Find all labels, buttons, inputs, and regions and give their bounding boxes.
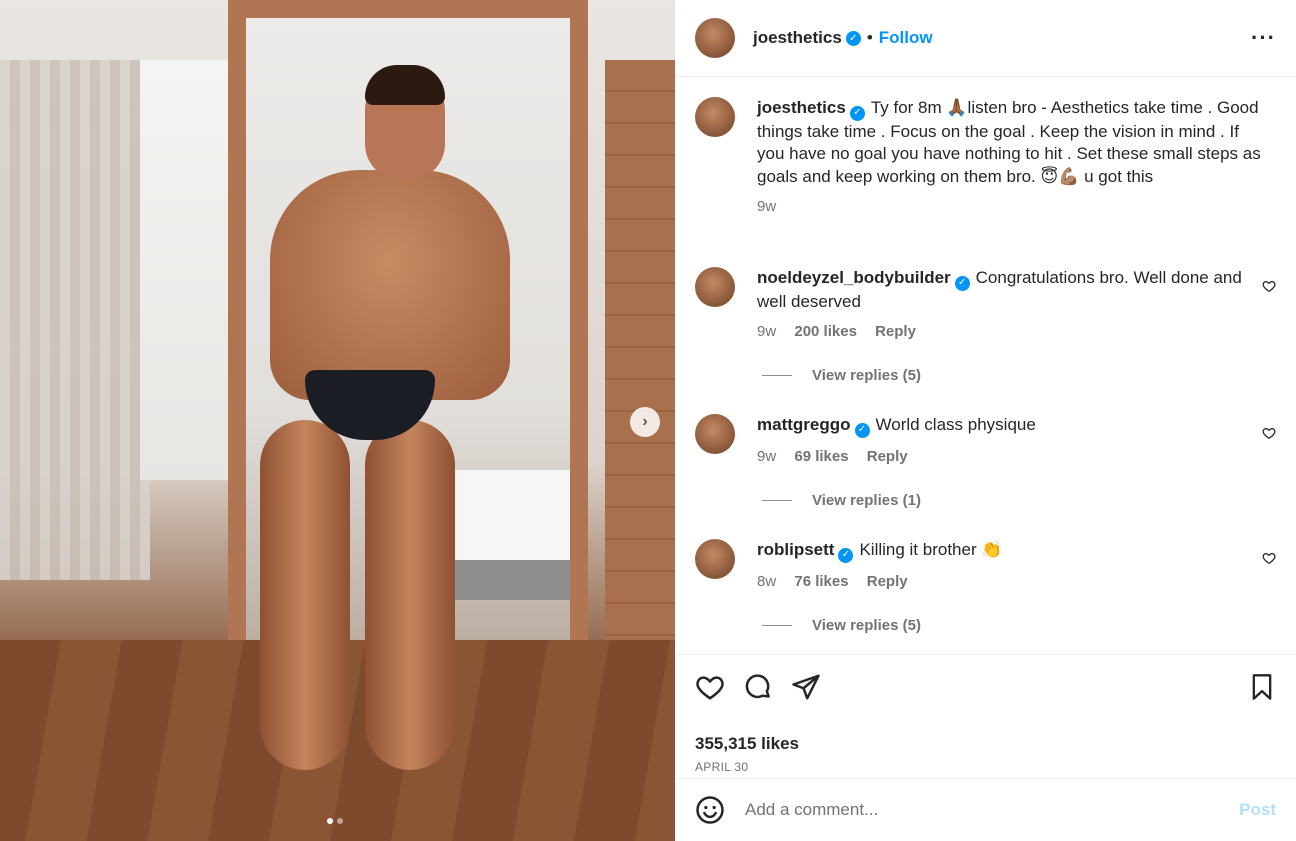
verified-badge-icon: ✓ bbox=[854, 422, 870, 438]
comment-time[interactable]: 9w bbox=[757, 323, 776, 340]
comment-item: roblipsett ✓ Killing it brother 👏 8w 76 li… bbox=[695, 539, 1276, 590]
follow-button[interactable]: Follow bbox=[879, 28, 933, 48]
comment-time[interactable]: 8w bbox=[757, 573, 776, 590]
caption-time[interactable]: 9w bbox=[757, 198, 776, 215]
comment-likes[interactable]: 200 likes bbox=[794, 323, 857, 340]
heart-icon[interactable] bbox=[1262, 551, 1276, 565]
comment-meta: 8w 76 likes Reply bbox=[757, 573, 1262, 590]
carousel-dot bbox=[337, 818, 343, 824]
post-header: joesthetics ✓ • Follow ··· bbox=[675, 0, 1296, 77]
share-icon[interactable] bbox=[791, 672, 821, 702]
left-leg bbox=[260, 420, 350, 770]
post-button[interactable]: Post bbox=[1239, 800, 1276, 820]
reply-button[interactable]: Reply bbox=[867, 573, 908, 590]
comment-text: World class physique bbox=[875, 415, 1036, 434]
verified-badge-icon: ✓ bbox=[954, 275, 970, 291]
heart-icon[interactable] bbox=[1262, 279, 1276, 293]
avatar[interactable] bbox=[695, 97, 735, 137]
emoji-icon[interactable] bbox=[695, 795, 725, 825]
caption-body: joesthetics ✓ Ty for 8m 🙏🏾listen bro - Aes… bbox=[757, 97, 1262, 188]
avatar[interactable] bbox=[695, 414, 735, 454]
comment-item: noeldeyzel_bodybuilder ✓ Congratulations b… bbox=[695, 267, 1276, 340]
comment-likes[interactable]: 76 likes bbox=[794, 573, 848, 590]
add-comment-bar: Post bbox=[675, 778, 1296, 841]
comment-body: roblipsett ✓ Killing it brother 👏 bbox=[757, 539, 1262, 563]
caption: joesthetics ✓ Ty for 8m 🙏🏾listen bro - Aes… bbox=[695, 97, 1276, 215]
right-leg bbox=[365, 420, 455, 770]
torso bbox=[270, 170, 510, 400]
view-replies-button[interactable]: View replies (1) bbox=[762, 492, 921, 509]
caption-meta: 9w bbox=[757, 198, 1262, 215]
likes-count[interactable]: 355,315 likes bbox=[695, 734, 1276, 754]
verified-badge-icon: ✓ bbox=[838, 547, 854, 563]
comment-body: noeldeyzel_bodybuilder ✓ Congratulations b… bbox=[757, 267, 1262, 313]
divider bbox=[762, 500, 792, 501]
carousel-dot-active bbox=[327, 818, 333, 824]
comment-body: mattgreggo ✓ World class physique bbox=[757, 414, 1262, 438]
divider bbox=[762, 625, 792, 626]
bookmark-icon[interactable] bbox=[1248, 673, 1276, 701]
post-actions: 355,315 likes APRIL 30 bbox=[675, 654, 1296, 774]
view-replies-label: View replies (5) bbox=[812, 617, 921, 634]
carousel-dots bbox=[327, 818, 343, 824]
post-date: APRIL 30 bbox=[695, 760, 749, 774]
comment-username[interactable]: roblipsett bbox=[757, 540, 834, 559]
chevron-right-icon[interactable]: › bbox=[630, 407, 660, 437]
comment-time[interactable]: 9w bbox=[757, 448, 776, 465]
comment-meta: 9w 200 likes Reply bbox=[757, 323, 1262, 340]
comment-meta: 9w 69 likes Reply bbox=[757, 448, 1262, 465]
comment-icon[interactable] bbox=[743, 672, 773, 702]
verified-badge-icon: ✓ bbox=[849, 105, 865, 121]
reply-button[interactable]: Reply bbox=[867, 448, 908, 465]
separator-dot: • bbox=[866, 28, 873, 47]
verified-badge-icon: ✓ bbox=[845, 30, 861, 46]
comment-input[interactable] bbox=[745, 800, 1240, 820]
post-panel: joesthetics ✓ • Follow ··· joesthetics ✓ T… bbox=[675, 0, 1296, 841]
post-media: › bbox=[0, 0, 675, 841]
view-replies-label: View replies (1) bbox=[812, 492, 921, 509]
avatar[interactable] bbox=[695, 539, 735, 579]
avatar[interactable] bbox=[695, 267, 735, 307]
comment-username[interactable]: noeldeyzel_bodybuilder bbox=[757, 268, 951, 287]
curtain bbox=[0, 60, 150, 580]
comments-list: joesthetics ✓ Ty for 8m 🙏🏾listen bro - Aes… bbox=[675, 77, 1296, 654]
comment-text: Killing it brother 👏 bbox=[859, 540, 1003, 559]
comment-username[interactable]: mattgreggo bbox=[757, 415, 851, 434]
comment-likes[interactable]: 69 likes bbox=[794, 448, 848, 465]
like-heart-icon[interactable] bbox=[695, 672, 725, 702]
wood-wall bbox=[605, 60, 675, 640]
heart-icon[interactable] bbox=[1262, 426, 1276, 440]
action-icons bbox=[695, 669, 1276, 704]
avatar[interactable] bbox=[695, 18, 735, 58]
bodybuilder-figure bbox=[200, 65, 520, 780]
caption-username[interactable]: joesthetics bbox=[757, 98, 846, 117]
comment-item: mattgreggo ✓ World class physique 9w 69 li… bbox=[695, 414, 1276, 465]
view-replies-button[interactable]: View replies (5) bbox=[762, 617, 921, 634]
hair bbox=[365, 65, 445, 105]
view-replies-label: View replies (5) bbox=[812, 367, 921, 384]
author-username[interactable]: joesthetics bbox=[753, 28, 842, 48]
reply-button[interactable]: Reply bbox=[875, 323, 916, 340]
divider bbox=[762, 375, 792, 376]
more-horizontal-icon[interactable]: ··· bbox=[1251, 25, 1276, 51]
view-replies-button[interactable]: View replies (5) bbox=[762, 367, 921, 384]
